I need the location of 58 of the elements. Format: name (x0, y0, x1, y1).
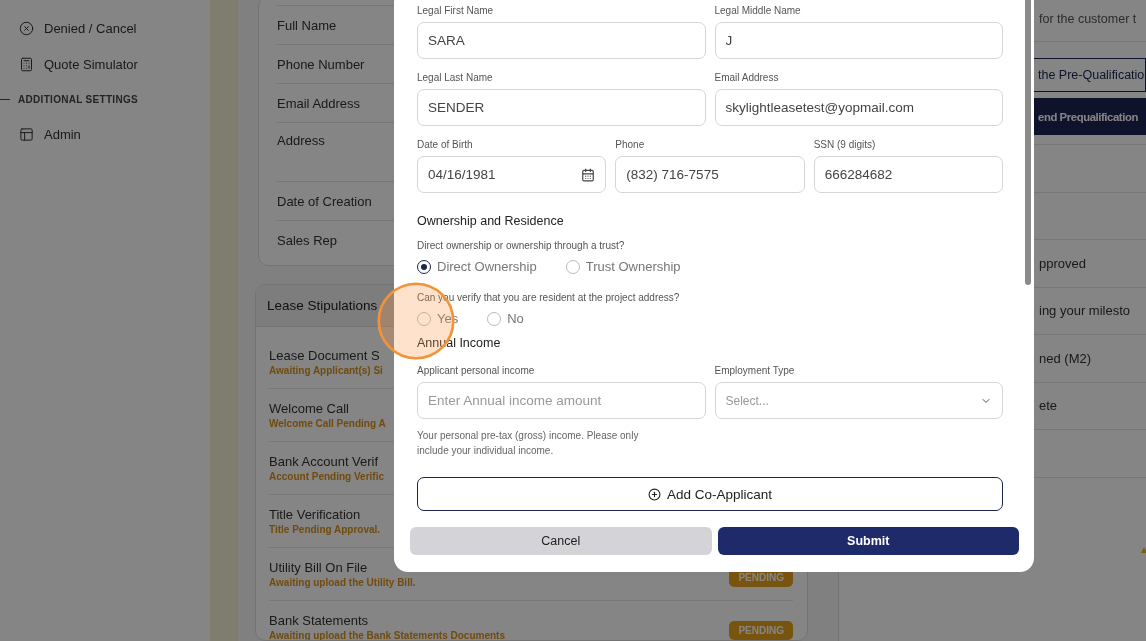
text-field[interactable]: 666284682 (813, 156, 1003, 193)
field-label: Address (277, 133, 325, 148)
radio-option[interactable]: Trust Ownership (565, 259, 681, 274)
help-text: Your personal pre-tax (gross) income. Please only include your individual income. (417, 429, 640, 458)
submit-button[interactable]: Submit (717, 527, 1019, 555)
section-heading: ADDITIONAL SETTINGS (18, 93, 138, 105)
stipulation-status: Welcome Call Pending A (269, 418, 386, 429)
field-label: Legal Middle Name (714, 4, 802, 17)
field-label: Date of Creation (277, 193, 372, 209)
date-field[interactable]: 04/16/1981 (417, 156, 607, 193)
section-heading: Ownership and Residence (417, 214, 565, 228)
stipulation-status: Account Pending Verific (269, 471, 385, 482)
field-label: Phone (615, 138, 646, 151)
cancel-button[interactable]: Cancel (410, 527, 712, 555)
plus-icon (647, 487, 661, 501)
field-label: Date of Birth (417, 138, 474, 151)
field-label: Legal First Name (417, 4, 495, 17)
radio-option[interactable]: Direct Ownership (417, 259, 537, 274)
sidebar-item[interactable]: Admin (0, 116, 210, 152)
text-field[interactable]: SARA (417, 22, 706, 59)
field-label: Email Address (714, 71, 780, 84)
stipulation-title: Title Verification (269, 507, 362, 522)
field-label: Applicant personal income (417, 364, 536, 377)
text-field[interactable]: SENDER (417, 89, 706, 126)
milestone-label: ete (1039, 398, 1058, 414)
layout-icon (19, 126, 34, 142)
status-badge: PENDING (729, 620, 793, 640)
text-field[interactable]: (832) 716-7575 (615, 156, 805, 193)
calculator-icon (19, 56, 34, 72)
stipulation-status: Title Pending Approval. (269, 524, 381, 535)
stipulation-title: Welcome Call (269, 401, 350, 416)
sidebar-item[interactable]: Quote Simulator (0, 46, 210, 82)
field-label: Legal Last Name (417, 71, 494, 84)
stipulation-title: Bank Statements (269, 613, 369, 628)
field-label: Phone Number (277, 56, 365, 72)
question-text: Direct ownership or ownership through a trust? (417, 240, 626, 251)
field-label: Sales Rep (277, 232, 337, 248)
milestone-label: ing your milesto (1039, 303, 1131, 319)
field-label: Full Name (277, 17, 337, 33)
card-title: Lease Stipulations (267, 298, 378, 313)
text-field[interactable]: J (714, 22, 1003, 59)
stipulation-status: Awaiting upload the Utility Bill. (269, 577, 416, 588)
milestone-label: ned (M2) (1039, 350, 1092, 366)
stipulation-status: Awaiting Applicant(s) Si (269, 365, 383, 376)
field-label: SSN (9 digits) (813, 138, 877, 151)
field-label: Email Address (277, 95, 361, 111)
close-circle-icon (19, 20, 34, 36)
sidebar-item[interactable]: Denied / Cancel (0, 10, 210, 46)
add-co-applicant-button[interactable]: Add Co-Applicant (417, 477, 1003, 511)
radio-option[interactable]: No (487, 311, 524, 326)
milestone-label: pproved (1039, 255, 1086, 271)
text-field[interactable]: skylightleasetest@yopmail.com (714, 89, 1003, 126)
field-label: Employment Type (714, 364, 796, 377)
stipulation-title: Utility Bill On File (269, 560, 369, 575)
calendar-icon (581, 167, 596, 182)
stipulation-title: Bank Account Verif (269, 454, 380, 469)
stipulation-title: Lease Document S (269, 348, 381, 363)
panel-note: for the customer t (1039, 12, 1137, 26)
